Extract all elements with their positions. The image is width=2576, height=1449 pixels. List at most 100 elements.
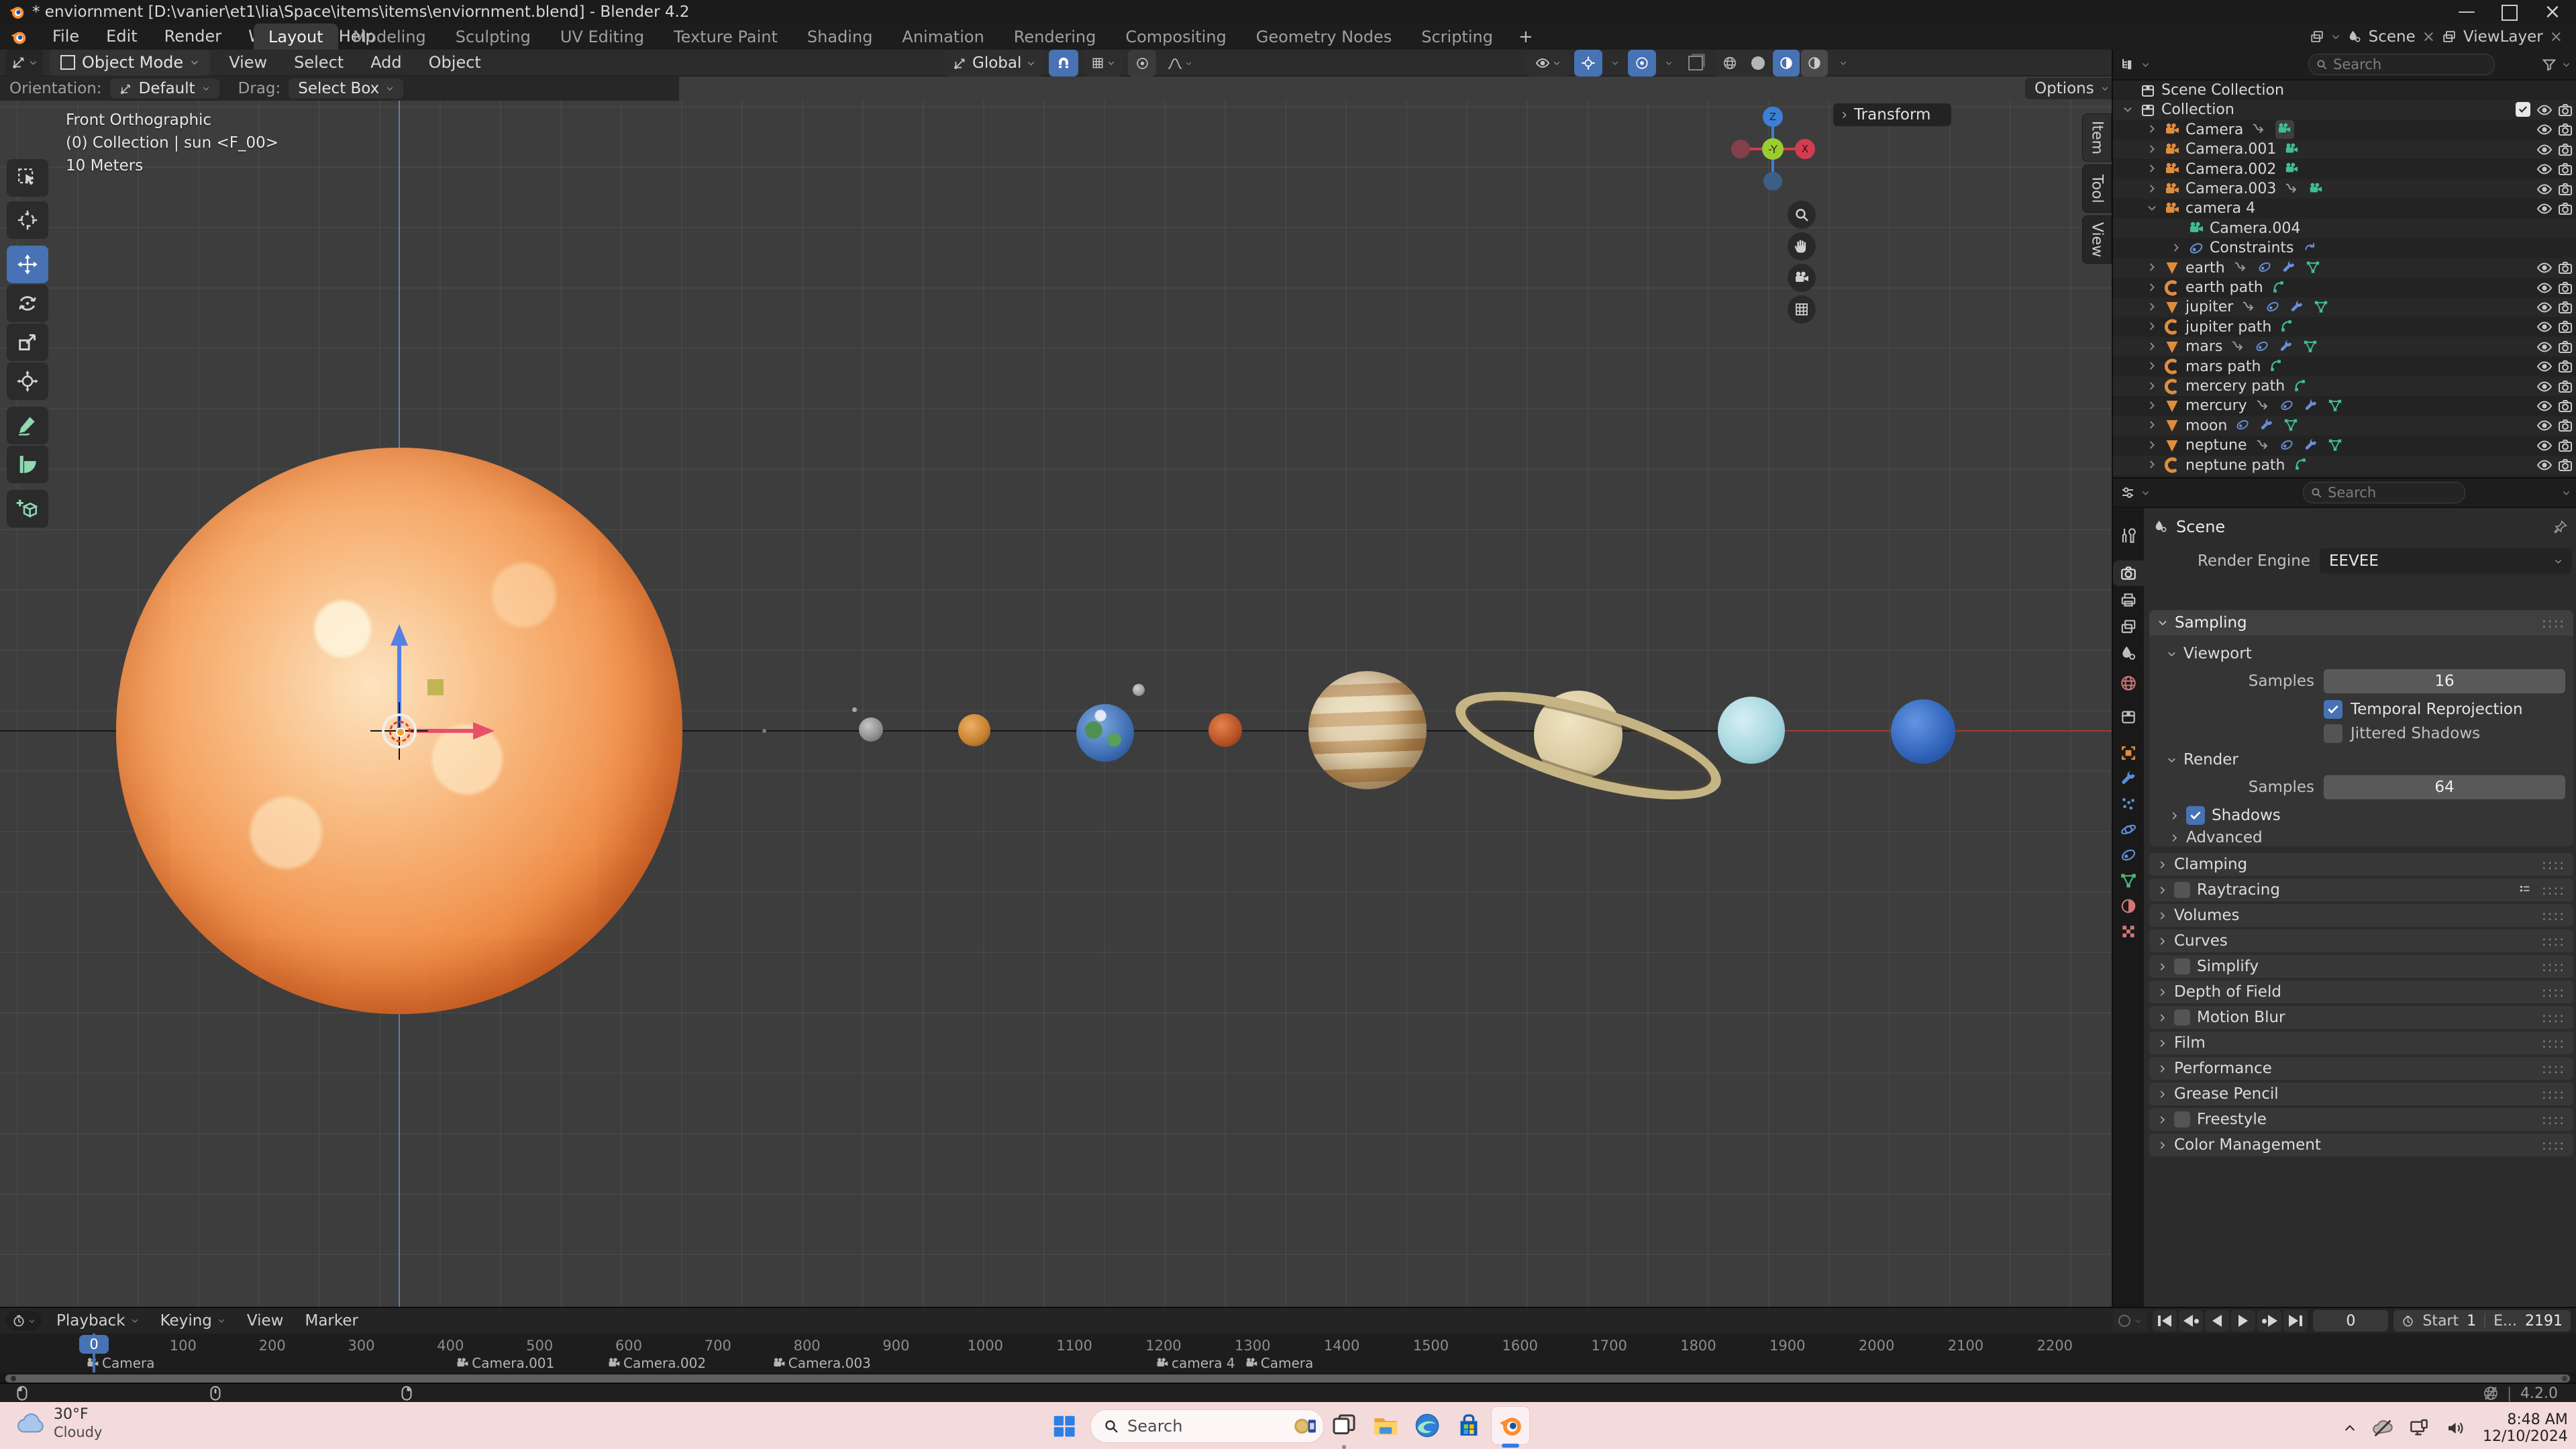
- planet-moon[interactable]: [1133, 684, 1145, 696]
- outliner-item-label[interactable]: camera 4: [2185, 200, 2255, 217]
- tool-select-box-button[interactable]: [7, 159, 48, 197]
- expand-icon[interactable]: [2147, 381, 2159, 393]
- expand-icon[interactable]: [2147, 262, 2159, 274]
- collapse-icon[interactable]: [2122, 104, 2134, 116]
- tool-move-button[interactable]: [7, 246, 48, 283]
- properties-tab-tool[interactable]: [2113, 523, 2144, 548]
- anim-icon[interactable]: [2284, 181, 2300, 197]
- jump-to-start-button[interactable]: [2153, 1310, 2177, 1332]
- expand-icon[interactable]: [2147, 123, 2159, 136]
- sampling-viewport-subpanel[interactable]: Viewport: [2167, 645, 2252, 662]
- overlays-dropdown[interactable]: [1660, 50, 1678, 77]
- tab-uv-editing[interactable]: UV Editing: [546, 23, 659, 50]
- nav-axis-z-negative[interactable]: [1763, 172, 1782, 191]
- tab-compositing[interactable]: Compositing: [1111, 23, 1241, 50]
- taskbar-app-blender[interactable]: [1492, 1407, 1529, 1444]
- section-curves[interactable]: Curves::::: [2149, 930, 2573, 952]
- properties-breadcrumb[interactable]: Scene: [2176, 517, 2225, 536]
- section-raytracing[interactable]: Raytracing::::: [2149, 879, 2573, 901]
- viewlayer-selector[interactable]: ViewLayer: [2463, 28, 2543, 46]
- hide-viewport-icon[interactable]: [2536, 201, 2553, 217]
- anim-icon[interactable]: [2251, 121, 2267, 138]
- disable-render-icon[interactable]: [2557, 417, 2573, 434]
- timeline-marker[interactable]: Camera: [86, 1355, 155, 1371]
- properties-tab-material[interactable]: [2113, 893, 2144, 919]
- outliner-row[interactable]: Camera.001: [2113, 140, 2576, 159]
- taskbar-app-task-view[interactable]: [1325, 1407, 1363, 1444]
- expand-icon[interactable]: [2147, 459, 2159, 471]
- hide-viewport-icon[interactable]: [2536, 181, 2553, 197]
- nav-pan-button[interactable]: [1788, 232, 1816, 260]
- taskbar-search[interactable]: Search: [1090, 1409, 1324, 1443]
- show-gizmo-toggle[interactable]: [1574, 50, 1602, 77]
- meshdata-icon[interactable]: [2328, 438, 2344, 454]
- volume-icon[interactable]: [2445, 1418, 2465, 1438]
- planet-neptune[interactable]: [1891, 699, 1955, 764]
- disable-render-icon[interactable]: [2557, 319, 2573, 335]
- section-freestyle[interactable]: Freestyle::::: [2149, 1108, 2573, 1131]
- timeline-menu-marker[interactable]: Marker: [294, 1312, 369, 1330]
- disable-render-icon[interactable]: [2557, 201, 2573, 217]
- disable-render-icon[interactable]: [2557, 299, 2573, 315]
- tab-texture-paint[interactable]: Texture Paint: [659, 23, 792, 50]
- properties-tab-scene[interactable]: [2113, 641, 2144, 666]
- properties-tab-data[interactable]: [2113, 868, 2144, 893]
- disable-render-icon[interactable]: [2557, 438, 2573, 454]
- shading-wireframe-button[interactable]: [1716, 50, 1743, 77]
- navigation-gizmo[interactable]: ZX-Y: [1718, 100, 1852, 382]
- viewport-samples-field[interactable]: Samples 16: [2149, 669, 2573, 693]
- planet-earth[interactable]: [1076, 704, 1134, 762]
- properties-tab-output[interactable]: [2113, 587, 2144, 613]
- outliner-row[interactable]: earth path: [2113, 278, 2576, 297]
- outliner-row[interactable]: mars path: [2113, 357, 2576, 377]
- curvedata-icon[interactable]: [2271, 280, 2287, 296]
- nav-axis-y-view[interactable]: -Y: [1762, 138, 1784, 160]
- constraint-icon[interactable]: [2235, 417, 2251, 434]
- camdata-icon[interactable]: [2275, 120, 2294, 139]
- planet-mars[interactable]: [1208, 713, 1242, 747]
- disable-render-icon[interactable]: [2557, 102, 2573, 118]
- outliner-item-label[interactable]: Camera.002: [2185, 161, 2276, 178]
- outliner-search[interactable]: Search: [2308, 54, 2495, 75]
- nav-zoom-button[interactable]: [1788, 201, 1816, 229]
- add-workspace-button[interactable]: +: [1508, 23, 1544, 51]
- outliner-item-label[interactable]: mars path: [2185, 358, 2261, 375]
- outliner-item-label[interactable]: moon: [2185, 417, 2227, 434]
- gizmo-z-arrowhead[interactable]: [391, 624, 408, 646]
- viewport-menu-view[interactable]: View: [217, 53, 279, 72]
- nav-camera-view-button[interactable]: [1788, 264, 1816, 292]
- tab-scripting[interactable]: Scripting: [1406, 23, 1508, 50]
- outliner-item-label[interactable]: jupiter: [2185, 299, 2233, 315]
- planet-mercury[interactable]: [859, 717, 883, 742]
- outliner-row[interactable]: Constraints: [2113, 238, 2576, 258]
- disable-render-icon[interactable]: [2557, 260, 2573, 276]
- hide-viewport-icon[interactable]: [2536, 438, 2553, 454]
- nav-orthographic-toggle-button[interactable]: [1788, 295, 1816, 323]
- properties-tab-collection[interactable]: [2113, 704, 2144, 730]
- curvedata-icon[interactable]: [2294, 457, 2310, 473]
- hide-viewport-icon[interactable]: [2536, 260, 2553, 276]
- shading-dropdown[interactable]: [1835, 50, 1852, 77]
- disable-render-icon[interactable]: [2557, 457, 2573, 473]
- tab-sculpting[interactable]: Sculpting: [441, 23, 546, 50]
- maximize-button[interactable]: [2491, 5, 2528, 26]
- outliner-row[interactable]: Camera.004: [2113, 219, 2576, 238]
- outliner-row[interactable]: Scene Collection: [2113, 81, 2576, 100]
- play-button[interactable]: [2231, 1310, 2255, 1332]
- camdata-icon[interactable]: [2308, 181, 2324, 197]
- meshdata-icon[interactable]: [2283, 417, 2300, 434]
- section-grease-pencil[interactable]: Grease Pencil::::: [2149, 1083, 2573, 1105]
- gizmo-x-arrowhead[interactable]: [473, 722, 495, 740]
- disable-render-icon[interactable]: [2557, 358, 2573, 374]
- next-keyframe-button[interactable]: [2257, 1310, 2281, 1332]
- tool-transform-button[interactable]: [7, 362, 48, 400]
- expand-icon[interactable]: [2171, 242, 2183, 254]
- viewport-menu-select[interactable]: Select: [282, 53, 356, 72]
- properties-tab-texture[interactable]: [2113, 919, 2144, 944]
- timeline-menu-playback[interactable]: Playback: [46, 1312, 150, 1330]
- curvedata-icon[interactable]: [2279, 319, 2296, 335]
- viewport-menu-add[interactable]: Add: [358, 53, 413, 72]
- hide-viewport-icon[interactable]: [2536, 142, 2553, 158]
- meshdata-icon[interactable]: [2314, 299, 2330, 315]
- outliner-row[interactable]: Collection: [2113, 100, 2576, 119]
